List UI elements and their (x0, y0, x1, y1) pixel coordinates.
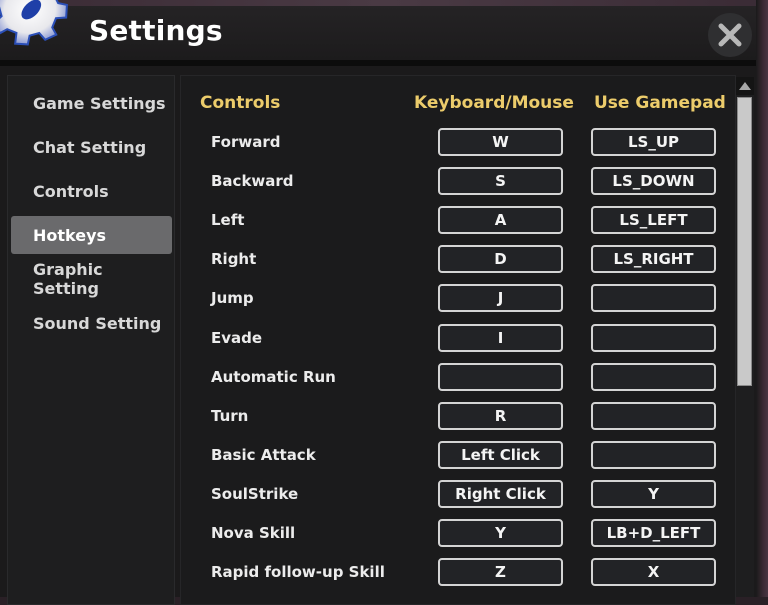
close-icon (718, 23, 742, 47)
sidebar-item-label: Sound Setting (33, 313, 162, 333)
keyboard-binding-button[interactable]: R (438, 402, 563, 430)
gamepad-binding-button[interactable] (591, 284, 716, 312)
sidebar-item-sound-setting[interactable]: Sound Setting (11, 304, 172, 342)
gamepad-binding-button[interactable]: LS_RIGHT (591, 245, 716, 273)
hotkey-action-label: Evade (211, 329, 263, 347)
sidebar-item-graphic-setting[interactable]: Graphic Setting (11, 260, 172, 298)
keyboard-binding-button[interactable]: Right Click (438, 480, 563, 508)
gamepad-binding-button[interactable]: LS_UP (591, 128, 716, 156)
window-title: Settings (89, 14, 223, 47)
sidebar-item-controls[interactable]: Controls (11, 172, 172, 210)
hotkey-action-label: Rapid follow-up Skill (211, 563, 385, 581)
sidebar-item-label: Chat Setting (33, 137, 147, 157)
keyboard-binding-button[interactable]: Z (438, 558, 563, 586)
title-bar: Settings (0, 0, 768, 66)
sidebar-item-label: Hotkeys (33, 225, 107, 245)
gamepad-column-header: Use Gamepad (594, 93, 726, 113)
scrollbar[interactable] (736, 77, 754, 597)
hotkey-action-label: Right (211, 250, 257, 268)
hotkey-action-label: SoulStrike (211, 485, 299, 503)
gamepad-binding-button[interactable]: LS_LEFT (591, 206, 716, 234)
sidebar-item-label: Graphic Setting (33, 260, 103, 298)
keyboard-column-header: Keyboard/Mouse (414, 93, 574, 113)
close-button[interactable] (708, 13, 752, 57)
hotkey-action-label: Turn (211, 407, 249, 425)
scroll-thumb[interactable] (737, 97, 752, 386)
gamepad-binding-button[interactable]: Y (591, 480, 716, 508)
gamepad-binding-button[interactable]: LB+D_LEFT (591, 519, 716, 547)
sidebar-item-label: Game Settings (33, 93, 166, 113)
gamepad-binding-button[interactable] (591, 402, 716, 430)
keyboard-binding-button[interactable]: J (438, 284, 563, 312)
scroll-up-button[interactable] (736, 77, 754, 95)
settings-sidebar: Game Settings Chat Setting Controls Hotk… (7, 75, 175, 605)
keyboard-binding-button[interactable]: S (438, 167, 563, 195)
hotkey-action-label: Nova Skill (211, 524, 296, 542)
sidebar-item-hotkeys[interactable]: Hotkeys (11, 216, 172, 254)
sidebar-item-game-settings[interactable]: Game Settings (11, 84, 172, 122)
gamepad-binding-button[interactable] (591, 441, 716, 469)
keyboard-binding-button[interactable]: A (438, 206, 563, 234)
hotkey-action-label: Automatic Run (211, 368, 336, 386)
gamepad-binding-button[interactable] (591, 324, 716, 352)
window-edge (756, 0, 768, 597)
gamepad-binding-button[interactable]: LS_DOWN (591, 167, 716, 195)
settings-window: Settings Game Settings Chat Setting Cont… (0, 0, 768, 605)
gamepad-binding-button[interactable]: X (591, 558, 716, 586)
hotkey-action-label: Backward (211, 172, 294, 190)
keyboard-binding-button[interactable] (438, 363, 563, 391)
keyboard-binding-button[interactable]: W (438, 128, 563, 156)
gamepad-binding-button[interactable] (591, 363, 716, 391)
sidebar-item-chat-setting[interactable]: Chat Setting (11, 128, 172, 166)
sidebar-item-label: Controls (33, 181, 109, 201)
hotkey-action-label: Left (211, 211, 245, 229)
controls-column-header: Controls (200, 93, 281, 113)
hotkey-action-label: Basic Attack (211, 446, 316, 464)
hotkeys-panel: Controls Keyboard/Mouse Use Gamepad Forw… (180, 75, 736, 605)
keyboard-binding-button[interactable]: Left Click (438, 441, 563, 469)
keyboard-binding-button[interactable]: I (438, 324, 563, 352)
hotkey-action-label: Forward (211, 133, 281, 151)
keyboard-binding-button[interactable]: Y (438, 519, 563, 547)
gear-icon (0, 0, 68, 46)
hotkey-action-label: Jump (211, 289, 254, 307)
keyboard-binding-button[interactable]: D (438, 245, 563, 273)
arrow-up-icon (739, 82, 751, 90)
